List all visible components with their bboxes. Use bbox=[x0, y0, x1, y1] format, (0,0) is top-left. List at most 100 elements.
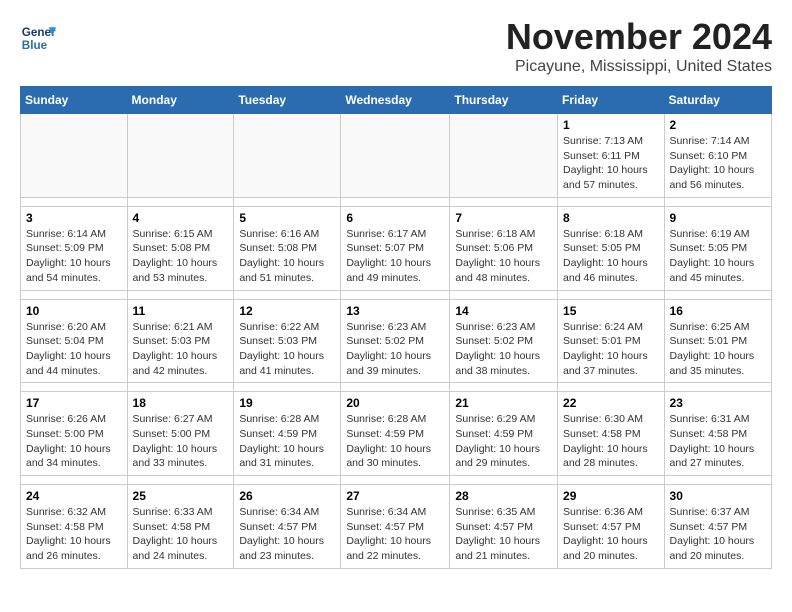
calendar-cell: 5Sunrise: 6:16 AM Sunset: 5:08 PM Daylig… bbox=[234, 206, 341, 290]
day-info: Sunrise: 6:19 AM Sunset: 5:05 PM Dayligh… bbox=[670, 227, 766, 286]
day-number: 9 bbox=[670, 211, 766, 225]
logo-icon: General Blue bbox=[20, 20, 56, 56]
day-info: Sunrise: 6:23 AM Sunset: 5:02 PM Dayligh… bbox=[346, 320, 444, 379]
calendar-cell: 28 Sunrise: 6:35 AM Sunset: 4:57 PM Dayli… bbox=[450, 485, 558, 569]
day-number: 14 bbox=[455, 304, 552, 318]
day-info: Sunrise: 6:27 AM Sunset: 5:00 PM Dayligh… bbox=[133, 412, 229, 471]
day-info: Sunrise: 6:34 AM Sunset: 4:57 PM Dayligh… bbox=[346, 505, 444, 564]
day-number: 12 bbox=[239, 304, 335, 318]
calendar-cell: 10 Sunrise: 6:20 AM Sunset: 5:04 PM Dayli… bbox=[21, 299, 128, 383]
day-number: 26 bbox=[239, 489, 335, 503]
calendar-cell bbox=[234, 114, 341, 198]
day-number: 3 bbox=[26, 211, 122, 225]
day-info: Sunrise: 6:18 AM Sunset: 5:06 PM Dayligh… bbox=[455, 227, 552, 286]
calendar-cell: 24Sunrise: 6:32 AM Sunset: 4:58 PM Dayli… bbox=[21, 485, 128, 569]
weekday-header-sunday: Sunday bbox=[21, 87, 128, 114]
calendar-cell: 19Sunrise: 6:28 AM Sunset: 4:59 PM Dayli… bbox=[234, 392, 341, 476]
day-info: Sunrise: 6:35 AM Sunset: 4:57 PM Dayligh… bbox=[455, 505, 552, 564]
calendar-cell: 27 Sunrise: 6:34 AM Sunset: 4:57 PM Dayli… bbox=[341, 485, 450, 569]
calendar-cell: 11 Sunrise: 6:21 AM Sunset: 5:03 PM Dayli… bbox=[127, 299, 234, 383]
week-separator bbox=[21, 197, 772, 206]
calendar-cell: 13 Sunrise: 6:23 AM Sunset: 5:02 PM Dayli… bbox=[341, 299, 450, 383]
calendar-cell: 8Sunrise: 6:18 AM Sunset: 5:05 PM Daylig… bbox=[558, 206, 665, 290]
day-info: Sunrise: 6:29 AM Sunset: 4:59 PM Dayligh… bbox=[455, 412, 552, 471]
day-info: Sunrise: 7:14 AM Sunset: 6:10 PM Dayligh… bbox=[670, 134, 766, 193]
day-info: Sunrise: 6:32 AM Sunset: 4:58 PM Dayligh… bbox=[26, 505, 122, 564]
week-separator bbox=[21, 476, 772, 485]
day-info: Sunrise: 6:36 AM Sunset: 4:57 PM Dayligh… bbox=[563, 505, 659, 564]
calendar-cell: 14 Sunrise: 6:23 AM Sunset: 5:02 PM Dayli… bbox=[450, 299, 558, 383]
day-info: Sunrise: 6:28 AM Sunset: 4:59 PM Dayligh… bbox=[239, 412, 335, 471]
day-info: Sunrise: 7:13 AM Sunset: 6:11 PM Dayligh… bbox=[563, 134, 659, 193]
day-number: 7 bbox=[455, 211, 552, 225]
weekday-header-wednesday: Wednesday bbox=[341, 87, 450, 114]
calendar-cell: 22 Sunrise: 6:30 AM Sunset: 4:58 PM Dayli… bbox=[558, 392, 665, 476]
calendar-cell: 20 Sunrise: 6:28 AM Sunset: 4:59 PM Dayli… bbox=[341, 392, 450, 476]
day-info: Sunrise: 6:15 AM Sunset: 5:08 PM Dayligh… bbox=[133, 227, 229, 286]
weekday-header-row: SundayMondayTuesdayWednesdayThursdayFrid… bbox=[21, 87, 772, 114]
day-number: 20 bbox=[346, 396, 444, 410]
day-info: Sunrise: 6:30 AM Sunset: 4:58 PM Dayligh… bbox=[563, 412, 659, 471]
title-block: November 2024 Picayune, Mississippi, Uni… bbox=[506, 16, 772, 76]
page-subtitle: Picayune, Mississippi, United States bbox=[506, 58, 772, 76]
calendar-week-4: 17 Sunrise: 6:26 AM Sunset: 5:00 PM Dayli… bbox=[21, 392, 772, 476]
day-number: 16 bbox=[670, 304, 766, 318]
day-number: 28 bbox=[455, 489, 552, 503]
calendar-cell: 9 Sunrise: 6:19 AM Sunset: 5:05 PM Daylig… bbox=[664, 206, 771, 290]
calendar-cell: 1 Sunrise: 7:13 AM Sunset: 6:11 PM Daylig… bbox=[558, 114, 665, 198]
calendar-week-1: 1 Sunrise: 7:13 AM Sunset: 6:11 PM Daylig… bbox=[21, 114, 772, 198]
day-info: Sunrise: 6:33 AM Sunset: 4:58 PM Dayligh… bbox=[133, 505, 229, 564]
calendar-cell: 17 Sunrise: 6:26 AM Sunset: 5:00 PM Dayli… bbox=[21, 392, 128, 476]
day-number: 22 bbox=[563, 396, 659, 410]
day-info: Sunrise: 6:21 AM Sunset: 5:03 PM Dayligh… bbox=[133, 320, 229, 379]
day-number: 29 bbox=[563, 489, 659, 503]
weekday-header-monday: Monday bbox=[127, 87, 234, 114]
day-number: 6 bbox=[346, 211, 444, 225]
calendar-cell: 12 Sunrise: 6:22 AM Sunset: 5:03 PM Dayli… bbox=[234, 299, 341, 383]
calendar-cell: 25 Sunrise: 6:33 AM Sunset: 4:58 PM Dayli… bbox=[127, 485, 234, 569]
day-info: Sunrise: 6:28 AM Sunset: 4:59 PM Dayligh… bbox=[346, 412, 444, 471]
day-info: Sunrise: 6:22 AM Sunset: 5:03 PM Dayligh… bbox=[239, 320, 335, 379]
day-info: Sunrise: 6:14 AM Sunset: 5:09 PM Dayligh… bbox=[26, 227, 122, 286]
calendar-cell: 6Sunrise: 6:17 AM Sunset: 5:07 PM Daylig… bbox=[341, 206, 450, 290]
calendar-header: SundayMondayTuesdayWednesdayThursdayFrid… bbox=[21, 87, 772, 114]
calendar-cell: 26 Sunrise: 6:34 AM Sunset: 4:57 PM Dayli… bbox=[234, 485, 341, 569]
day-number: 30 bbox=[670, 489, 766, 503]
day-info: Sunrise: 6:25 AM Sunset: 5:01 PM Dayligh… bbox=[670, 320, 766, 379]
day-info: Sunrise: 6:31 AM Sunset: 4:58 PM Dayligh… bbox=[670, 412, 766, 471]
day-number: 25 bbox=[133, 489, 229, 503]
day-info: Sunrise: 6:20 AM Sunset: 5:04 PM Dayligh… bbox=[26, 320, 122, 379]
page-header: General Blue November 2024 Picayune, Mis… bbox=[20, 16, 772, 76]
weekday-header-saturday: Saturday bbox=[664, 87, 771, 114]
calendar-cell: 7 Sunrise: 6:18 AM Sunset: 5:06 PM Daylig… bbox=[450, 206, 558, 290]
day-number: 23 bbox=[670, 396, 766, 410]
calendar-cell: 3 Sunrise: 6:14 AM Sunset: 5:09 PM Daylig… bbox=[21, 206, 128, 290]
day-number: 15 bbox=[563, 304, 659, 318]
day-number: 2 bbox=[670, 118, 766, 132]
day-number: 1 bbox=[563, 118, 659, 132]
day-number: 27 bbox=[346, 489, 444, 503]
day-number: 10 bbox=[26, 304, 122, 318]
day-number: 11 bbox=[133, 304, 229, 318]
day-number: 4 bbox=[133, 211, 229, 225]
calendar-table: SundayMondayTuesdayWednesdayThursdayFrid… bbox=[20, 86, 772, 569]
calendar-body: 1 Sunrise: 7:13 AM Sunset: 6:11 PM Daylig… bbox=[21, 114, 772, 569]
weekday-header-thursday: Thursday bbox=[450, 87, 558, 114]
weekday-header-tuesday: Tuesday bbox=[234, 87, 341, 114]
day-info: Sunrise: 6:34 AM Sunset: 4:57 PM Dayligh… bbox=[239, 505, 335, 564]
calendar-cell: 18 Sunrise: 6:27 AM Sunset: 5:00 PM Dayli… bbox=[127, 392, 234, 476]
svg-text:Blue: Blue bbox=[22, 39, 48, 52]
day-info: Sunrise: 6:23 AM Sunset: 5:02 PM Dayligh… bbox=[455, 320, 552, 379]
day-number: 18 bbox=[133, 396, 229, 410]
weekday-header-friday: Friday bbox=[558, 87, 665, 114]
day-number: 17 bbox=[26, 396, 122, 410]
calendar-cell: 30Sunrise: 6:37 AM Sunset: 4:57 PM Dayli… bbox=[664, 485, 771, 569]
calendar-cell bbox=[341, 114, 450, 198]
day-number: 8 bbox=[563, 211, 659, 225]
day-info: Sunrise: 6:26 AM Sunset: 5:00 PM Dayligh… bbox=[26, 412, 122, 471]
calendar-cell bbox=[450, 114, 558, 198]
day-number: 13 bbox=[346, 304, 444, 318]
calendar-cell: 4 Sunrise: 6:15 AM Sunset: 5:08 PM Daylig… bbox=[127, 206, 234, 290]
week-separator bbox=[21, 383, 772, 392]
day-info: Sunrise: 6:16 AM Sunset: 5:08 PM Dayligh… bbox=[239, 227, 335, 286]
